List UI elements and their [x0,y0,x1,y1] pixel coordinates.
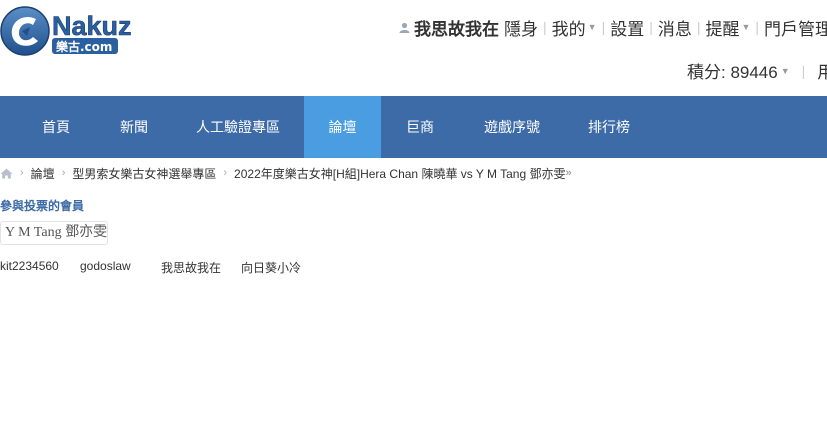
chevron-down-icon[interactable]: ▼ [781,66,790,76]
separator: | [801,62,806,79]
user-group-link[interactable]: 用 [817,58,827,83]
nakuz-logo-icon: Nakuz 樂古.com [0,6,132,56]
breadcrumb: › 論壇 › 型男索女樂古女神選舉專區 › 2022年度樂古女神[H組]Hera… [0,165,572,181]
toolbar-link-notifications[interactable]: 提醒 [705,15,739,40]
separator: | [696,19,701,35]
voter-link[interactable]: kit2234560 [0,259,59,273]
svg-text:Nakuz: Nakuz [52,11,132,41]
toolbar-link-portal-admin[interactable]: 門戶管理 [764,15,827,40]
toolbar-link-settings[interactable]: 設置 [610,15,644,40]
separator: | [543,19,547,35]
username-link[interactable]: 我思故我在 [414,15,499,40]
separator: | [755,19,760,35]
credits-link[interactable]: 積分: 89446 [687,58,778,83]
breadcrumb-item-forum[interactable]: 論壇 [31,165,55,182]
toolbar-link-messages[interactable]: 消息 [658,15,692,40]
toolbar-link-invisible[interactable]: 隱身 [504,15,538,40]
chevron-down-icon[interactable]: ▼ [588,22,597,32]
chevron-right-icon: › [61,167,66,179]
chevron-down-icon[interactable]: ▼ [741,22,750,32]
svg-text:樂古.com: 樂古.com [55,39,112,54]
nav-item-news[interactable]: 新聞 [98,96,170,158]
separator: | [601,19,606,35]
separator: | [649,19,653,35]
toolbar-link-my[interactable]: 我的 [552,15,586,40]
nav-item-rankings[interactable]: 排行榜 [572,96,646,158]
breadcrumb-item-thread[interactable]: 2022年度樂古女神[H組]Hera Chan 陳曉華 vs Y M Tang … [234,165,565,182]
voter-link[interactable]: 向日葵小冷 [241,259,301,276]
nav-item-forum[interactable]: 論壇 [304,96,381,158]
chevron-right-icon: › [20,167,24,179]
user-icon [399,22,410,33]
voter-link[interactable]: godoslaw [80,259,131,273]
site-logo[interactable]: Nakuz 樂古.com [0,5,152,57]
vote-option-select[interactable]: Y M Tang 鄧亦雯 [0,221,108,245]
nav-item-home[interactable]: 首頁 [20,96,92,158]
home-icon[interactable] [0,168,13,179]
credits-bar: 積分: 89446 ▼ | 用 [687,58,827,83]
nav-item-verification[interactable]: 人工驗證專區 [180,96,296,158]
section-title: 參與投票的會員 [0,199,85,213]
main-nav: 首頁 新聞 人工驗證專區 論壇 巨商 遊戲序號 排行榜 [0,96,827,158]
chevron-right-icon: › [223,167,228,179]
nav-item-game-codes[interactable]: 遊戲序號 [468,96,556,158]
voter-link[interactable]: 我思故我在 [161,259,221,276]
user-toolbar: 我思故我在 隱身 | 我的 ▼ | 設置 | 消息 | 提醒 ▼ | 門戶管理 [399,15,827,40]
nav-item-merchants[interactable]: 巨商 [384,96,456,158]
breadcrumb-tail: » [565,167,572,179]
breadcrumb-item-board[interactable]: 型男索女樂古女神選舉專區 [72,165,216,182]
